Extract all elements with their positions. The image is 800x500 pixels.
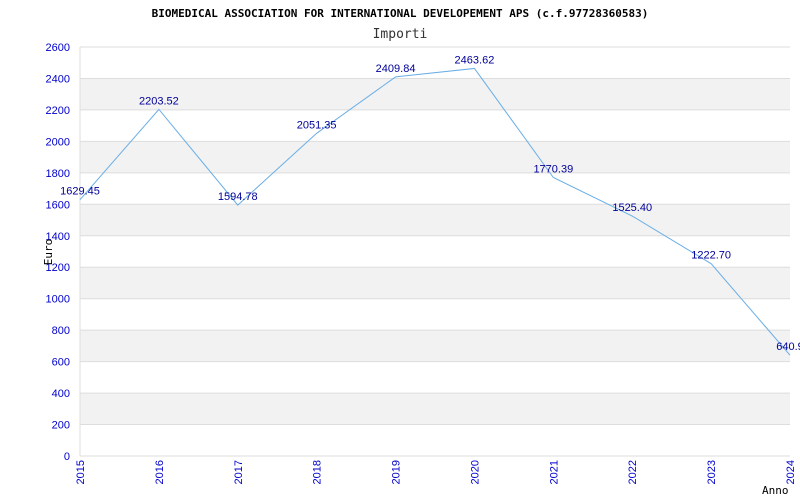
x-tick-label: 2023 bbox=[706, 460, 718, 484]
x-axis-label: Anno bbox=[762, 484, 789, 497]
grid-band bbox=[80, 204, 790, 236]
data-label: 1594.78 bbox=[218, 191, 258, 203]
chart-subtitle: Importi bbox=[373, 27, 428, 42]
x-tick-label: 2016 bbox=[154, 460, 166, 484]
grid-band bbox=[80, 78, 790, 110]
data-label: 640.9 bbox=[776, 341, 800, 353]
chart-title: BIOMEDICAL ASSOCIATION FOR INTERNATIONAL… bbox=[152, 7, 649, 20]
data-label: 2409.84 bbox=[376, 63, 416, 75]
grid-band bbox=[80, 330, 790, 362]
y-tick-label: 2400 bbox=[46, 73, 70, 85]
y-tick-label: 2600 bbox=[46, 42, 70, 54]
data-label: 1525.40 bbox=[612, 202, 652, 214]
x-tick-label: 2021 bbox=[548, 460, 560, 484]
y-tick-label: 600 bbox=[52, 357, 70, 369]
y-tick-label: 800 bbox=[52, 325, 70, 337]
y-tick-label: 1000 bbox=[46, 294, 70, 306]
x-axis-ticks: 2015 2016 2017 2018 2019 2020 2021 2022 2023 2024 bbox=[75, 460, 797, 484]
x-tick-label: 2015 bbox=[75, 460, 87, 484]
y-tick-label: 200 bbox=[52, 420, 70, 432]
data-label: 2203.52 bbox=[139, 95, 179, 107]
data-label: 2463.62 bbox=[455, 54, 495, 66]
data-label: 1770.39 bbox=[533, 164, 573, 176]
grid-bands bbox=[80, 78, 790, 425]
x-tick-label: 2022 bbox=[627, 460, 639, 484]
data-label: 1629.45 bbox=[60, 186, 100, 198]
y-tick-label: 1800 bbox=[46, 168, 70, 180]
x-tick-label: 2018 bbox=[312, 460, 324, 484]
x-tick-label: 2019 bbox=[391, 460, 403, 484]
grid-band bbox=[80, 393, 790, 425]
y-tick-label: 2200 bbox=[46, 105, 70, 117]
chart: BIOMEDICAL ASSOCIATION FOR INTERNATIONAL… bbox=[42, 7, 800, 497]
x-tick-label: 2017 bbox=[233, 460, 245, 484]
grid-band bbox=[80, 141, 790, 173]
y-tick-label: 1600 bbox=[46, 199, 70, 211]
data-label: 1222.70 bbox=[691, 250, 731, 262]
x-tick-label: 2024 bbox=[785, 460, 797, 484]
y-tick-label: 2000 bbox=[46, 136, 70, 148]
y-axis-label: Euro bbox=[42, 239, 55, 266]
x-tick-label: 2020 bbox=[469, 460, 481, 484]
y-tick-label: 400 bbox=[52, 388, 70, 400]
data-label: 2051.35 bbox=[297, 119, 337, 131]
grid-band bbox=[80, 267, 790, 299]
y-tick-label: 0 bbox=[64, 451, 70, 463]
